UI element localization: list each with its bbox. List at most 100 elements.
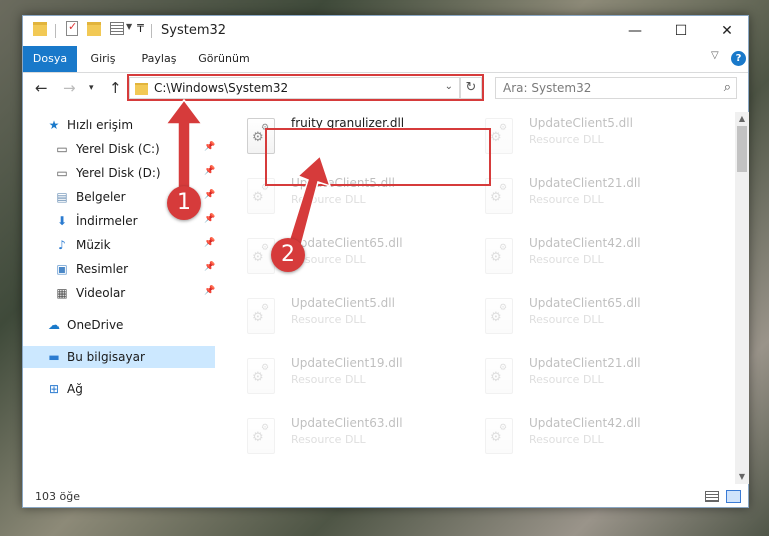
- search-icon[interactable]: ⌕: [724, 80, 731, 95]
- sidebar-item-label: Resimler: [76, 262, 129, 276]
- file-item[interactable]: ⚙ ⚙ UpdateClient42.dll Resource DLL: [479, 232, 717, 288]
- file-type: Resource DLL: [529, 373, 604, 386]
- file-name: UpdateClient5.dll: [529, 116, 633, 130]
- tab-share[interactable]: Paylaş: [131, 46, 187, 72]
- file-item[interactable]: ⚙ ⚙ UpdateClient42.dll Resource DLL: [479, 412, 717, 468]
- documents-icon: ▤: [56, 190, 68, 204]
- sidebar-item-label: Yerel Disk (D:): [76, 166, 161, 180]
- sidebar-item-label: Belgeler: [76, 190, 126, 204]
- tiles-view-icon[interactable]: [726, 490, 741, 503]
- folder-icon: [33, 22, 47, 36]
- pin-icon[interactable]: 📌: [204, 190, 215, 200]
- dll-file-icon: ⚙ ⚙: [485, 238, 513, 274]
- file-type: Resource DLL: [291, 193, 366, 206]
- file-type: Resource DLL: [529, 313, 604, 326]
- pin-icon[interactable]: 📌: [204, 262, 215, 272]
- file-name: UpdateClient65.dll: [529, 296, 641, 310]
- sidebar-item-this-pc[interactable]: ▬ Bu bilgisayar: [23, 346, 215, 368]
- sidebar-item-label: Bu bilgisayar: [67, 350, 145, 364]
- chevron-down-icon[interactable]: ▼: [126, 22, 132, 31]
- dll-file-icon: ⚙ ⚙: [247, 418, 275, 454]
- view-icon[interactable]: [110, 22, 124, 35]
- videos-icon: ▦: [56, 286, 68, 300]
- file-type: Resource DLL: [291, 373, 366, 386]
- pin-icon[interactable]: 📌: [204, 166, 215, 176]
- file-item[interactable]: ⚙ ⚙ UpdateClient65.dll Resource DLL: [479, 292, 717, 348]
- search-input[interactable]: Ara: System32: [503, 81, 591, 95]
- file-item[interactable]: ⚙ ⚙ UpdateClient21.dll Resource DLL: [479, 172, 717, 228]
- file-name: UpdateClient21.dll: [529, 176, 641, 190]
- file-name: UpdateClient21.dll: [529, 356, 641, 370]
- properties-icon[interactable]: [66, 20, 78, 36]
- item-count: 103 öğe: [35, 490, 80, 503]
- minimize-button[interactable]: —: [612, 16, 658, 46]
- dll-file-icon: ⚙ ⚙: [247, 358, 275, 394]
- pin-icon[interactable]: 📌: [204, 214, 215, 224]
- close-button[interactable]: ✕: [704, 16, 750, 46]
- pin-icon[interactable]: 📌: [204, 238, 215, 248]
- toolbar-divider: [151, 24, 152, 38]
- details-view-icon[interactable]: [705, 491, 719, 502]
- dll-file-icon: ⚙ ⚙: [485, 418, 513, 454]
- tab-home[interactable]: Giriş: [79, 46, 127, 72]
- sidebar-item-local-disk-d[interactable]: ▭ Yerel Disk (D:) 📌: [23, 162, 215, 184]
- search-box[interactable]: Ara: System32 ⌕: [495, 77, 737, 99]
- maximize-button[interactable]: ☐: [658, 16, 704, 46]
- scroll-thumb[interactable]: [737, 126, 747, 172]
- step-1-callout: 1: [167, 186, 201, 220]
- drive-icon: ▭: [56, 166, 68, 180]
- ribbon: Dosya Giriş Paylaş Görünüm ▽ ?: [23, 46, 748, 73]
- computer-icon: ▬: [48, 350, 60, 364]
- new-folder-icon[interactable]: [87, 22, 101, 36]
- scroll-down-icon[interactable]: ▼: [735, 470, 749, 484]
- up-arrow-icon[interactable]: ↑: [109, 79, 122, 97]
- sidebar-item-label: Hızlı erişim: [67, 118, 134, 132]
- vertical-scrollbar[interactable]: ▲ ▼: [735, 112, 749, 484]
- explorer-window: ▼ ₸ System32 — ☐ ✕ Dosya Giriş Paylaş Gö…: [22, 15, 749, 508]
- pictures-icon: ▣: [56, 262, 68, 276]
- sidebar-item-quick-access[interactable]: ★ Hızlı erişim: [23, 114, 215, 136]
- file-type: Resource DLL: [529, 133, 604, 146]
- cloud-icon: ☁: [48, 318, 60, 332]
- sidebar-item-local-disk-c[interactable]: ▭ Yerel Disk (C:) 📌: [23, 138, 215, 160]
- navigation-pane: ★ Hızlı erişim ▭ Yerel Disk (C:) 📌 ▭ Yer…: [23, 112, 219, 480]
- back-arrow-icon[interactable]: ←: [35, 79, 48, 97]
- star-icon: ★: [48, 118, 60, 132]
- sidebar-item-label: Yerel Disk (C:): [76, 142, 160, 156]
- network-icon: ⊞: [48, 382, 60, 396]
- sidebar-item-onedrive[interactable]: ☁ OneDrive: [23, 314, 215, 336]
- file-name: UpdateClient42.dll: [529, 236, 641, 250]
- chevron-down-icon[interactable]: ▽: [711, 50, 719, 61]
- sidebar-item-label: OneDrive: [67, 318, 124, 332]
- file-item[interactable]: ⚙ ⚙ UpdateClient63.dll Resource DLL: [241, 412, 479, 468]
- address-highlight-box: [127, 74, 484, 101]
- forward-arrow-icon[interactable]: →: [63, 79, 76, 97]
- pin-icon[interactable]: 📌: [204, 286, 215, 296]
- file-item[interactable]: ⚙ ⚙ UpdateClient5.dll Resource DLL: [479, 112, 717, 168]
- sidebar-item-videos[interactable]: ▦ Videolar 📌: [23, 282, 215, 304]
- file-type: Resource DLL: [291, 313, 366, 326]
- sidebar-item-network[interactable]: ⊞ Ağ: [23, 378, 215, 400]
- scroll-up-icon[interactable]: ▲: [735, 112, 749, 126]
- downloads-icon: ⬇: [56, 214, 68, 228]
- help-icon[interactable]: ?: [731, 51, 746, 66]
- music-icon: ♪: [58, 238, 66, 252]
- file-name: UpdateClient19.dll: [291, 356, 403, 370]
- tab-file[interactable]: Dosya: [23, 46, 77, 72]
- sidebar-item-music[interactable]: ♪ Müzik 📌: [23, 234, 215, 256]
- sidebar-item-pictures[interactable]: ▣ Resimler 📌: [23, 258, 215, 280]
- recent-locations-icon[interactable]: ▾: [89, 83, 94, 93]
- customize-toolbar-icon[interactable]: ₸: [137, 22, 144, 35]
- sidebar-item-label: Müzik: [76, 238, 111, 252]
- file-type: Resource DLL: [529, 433, 604, 446]
- address-row: ← → ▾ ↑ C:\Windows\System32 ⌄ ↻ Ara: Sys…: [23, 72, 748, 106]
- file-item[interactable]: ⚙ ⚙ UpdateClient21.dll Resource DLL: [479, 352, 717, 408]
- file-highlight-box: [265, 128, 491, 186]
- sidebar-item-label: İndirmeler: [76, 214, 138, 228]
- sidebar-item-label: Ağ: [67, 382, 83, 396]
- pin-icon[interactable]: 📌: [204, 142, 215, 152]
- file-item[interactable]: ⚙ ⚙ UpdateClient19.dll Resource DLL: [241, 352, 479, 408]
- file-item[interactable]: ⚙ ⚙ UpdateClient5.dll Resource DLL: [241, 292, 479, 348]
- file-type: Resource DLL: [291, 433, 366, 446]
- tab-view[interactable]: Görünüm: [191, 46, 257, 72]
